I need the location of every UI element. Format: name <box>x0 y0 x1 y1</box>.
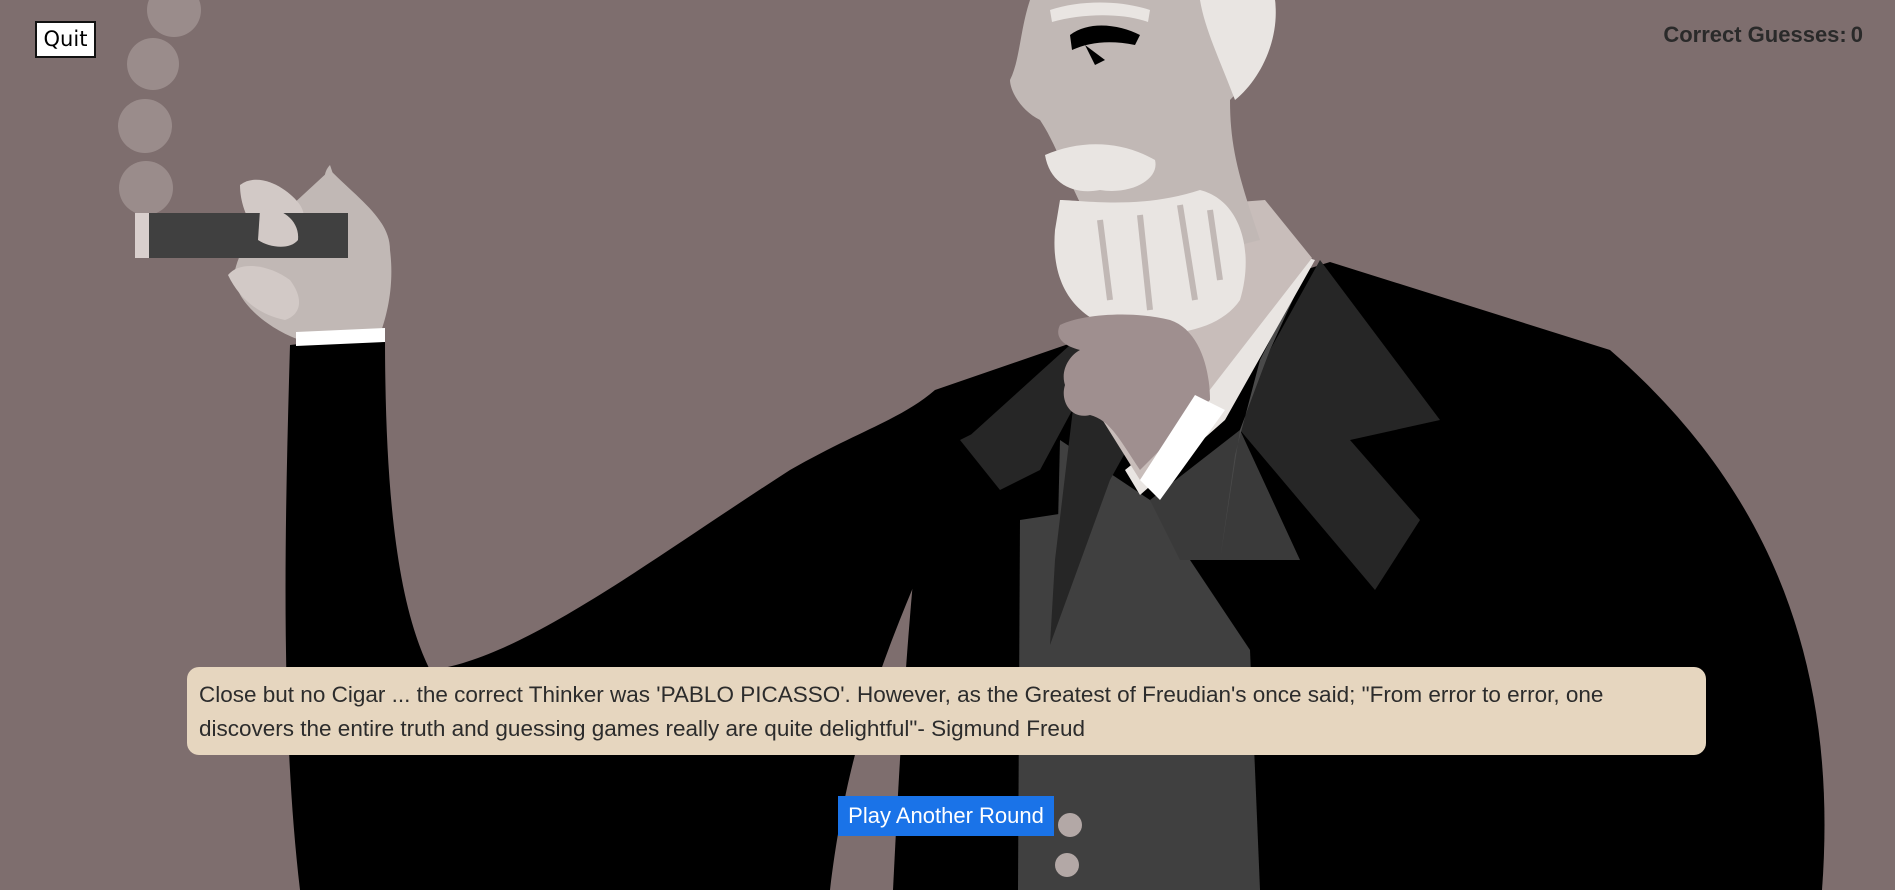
waistcoat-button <box>1055 853 1079 877</box>
smoke-puffs <box>118 0 201 215</box>
cigar <box>135 213 348 258</box>
correct-guesses-counter: Correct Guesses: 0 <box>1663 22 1863 48</box>
correct-guesses-label: Correct Guesses: <box>1663 22 1847 47</box>
cigar-ash <box>135 213 149 258</box>
result-message: Close but no Cigar ... the correct Think… <box>187 667 1706 755</box>
waistcoat-button <box>1058 813 1082 837</box>
quit-button[interactable]: Quit <box>35 21 96 58</box>
freud-illustration <box>118 0 1825 890</box>
suit <box>285 245 1825 890</box>
play-another-round-button[interactable]: Play Another Round <box>838 796 1054 836</box>
correct-guesses-value: 0 <box>1850 22 1863 47</box>
